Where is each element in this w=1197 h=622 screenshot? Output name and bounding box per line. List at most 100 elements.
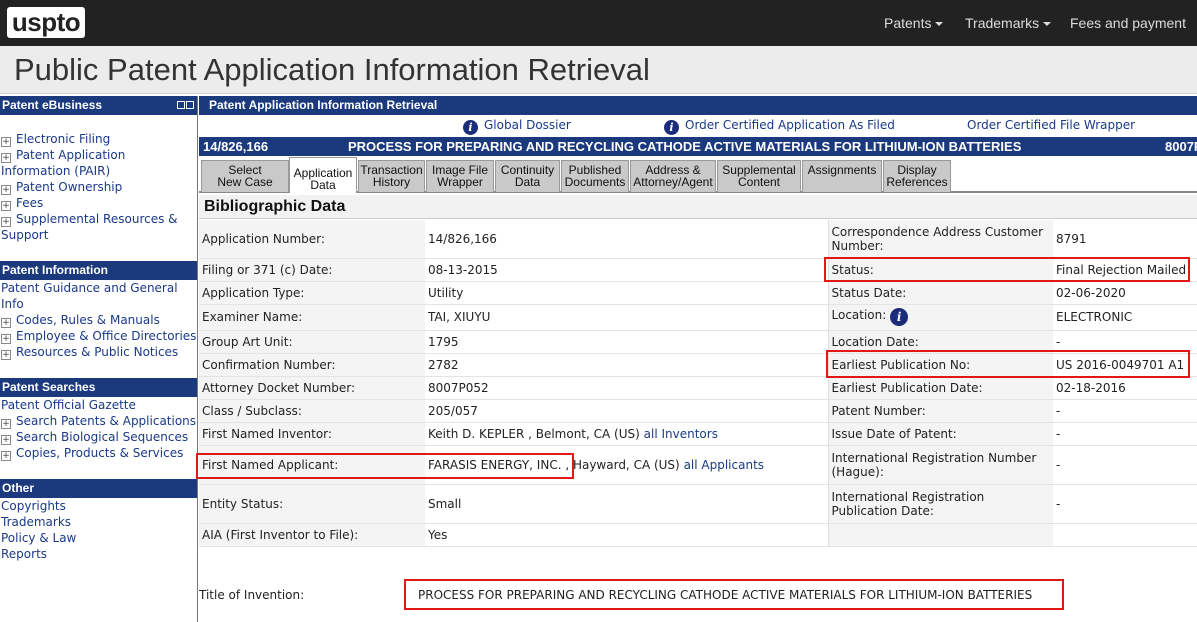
expand-icon[interactable]: + [1, 153, 11, 163]
nav-fees-label: Fees and payment [1070, 15, 1186, 31]
sidebar-item-trademarks[interactable]: Trademarks [0, 514, 197, 530]
nav-patents[interactable]: Patents [884, 0, 944, 46]
sidebar-item-label: Copyrights [1, 499, 66, 513]
applicant-cell: FARASIS ENERGY, INC. , Hayward, CA (US) … [425, 445, 829, 485]
sidebar-item-label: Patent Guidance and General Info [1, 281, 178, 311]
tab-transaction-history[interactable]: Transaction History [358, 160, 425, 192]
tab-assignments[interactable]: Assignments [802, 160, 882, 192]
application-bar: 14/826,166 PROCESS FOR PREPARING AND REC… [199, 137, 1197, 156]
sidebar-item-electronic-filing[interactable]: + Electronic Filing [0, 131, 197, 147]
expand-icon[interactable]: + [1, 318, 11, 328]
field-value: 8791 [1053, 220, 1197, 259]
field-value: Keith D. KEPLER , Belmont, CA (US) [428, 426, 640, 441]
tab-label-line1: Assignments [807, 163, 877, 177]
sidebar-section-title: Patent Searches [2, 380, 96, 394]
sidebar-item-label: Codes, Rules & Manuals [16, 313, 160, 327]
expand-icon[interactable]: + [1, 334, 11, 344]
sidebar-item-reports[interactable]: Reports [0, 546, 197, 562]
tab-address-attorney[interactable]: Address & Attorney/Agent [630, 160, 716, 192]
sidebar-item-pair[interactable]: + Patent Application Information (PAIR) [0, 147, 197, 179]
sidebar-item-gazette[interactable]: Patent Official Gazette [0, 397, 197, 413]
tab-label-line2: Attorney/Agent [633, 175, 713, 189]
sidebar-item-label: Patent Ownership [16, 180, 123, 194]
publication-number-value: US 2016-0049701 A1 [1053, 353, 1197, 377]
sidebar-item-bio-sequences[interactable]: + Search Biological Sequences [0, 429, 197, 445]
sidebar-item-codes[interactable]: + Codes, Rules & Manuals [0, 312, 197, 328]
field-label: Filing or 371 (c) Date: [199, 258, 425, 282]
all-applicants-link[interactable]: all Applicants [684, 458, 764, 472]
field-value: 14/826,166 [425, 220, 829, 259]
field-value: - [1053, 422, 1197, 446]
tab-label-line2: Data [514, 175, 541, 189]
sidebar-item-guidance[interactable]: Patent Guidance and General Info [0, 280, 197, 312]
sidebar-item-label: Policy & Law [1, 531, 77, 545]
info-icon[interactable]: i [890, 308, 909, 326]
docket-number: 8007P [1165, 139, 1197, 154]
expand-icon[interactable]: + [1, 435, 11, 445]
table-row: Class / Subclass: 205/057 Patent Number:… [199, 399, 1197, 423]
field-label: First Named Applicant: [199, 445, 425, 485]
expand-icon[interactable]: + [1, 217, 11, 227]
sidebar-item-label: Employee & Office Directories [16, 329, 197, 343]
nav-fees[interactable]: Fees and payment [1070, 0, 1197, 73]
sidebar-item-directories[interactable]: + Employee & Office Directories [0, 328, 197, 344]
sidebar-item-label: Patent Application Information (PAIR) [1, 148, 126, 178]
order-wrapper-label: Order Certified File Wrapper [967, 118, 1136, 132]
tab-image-file-wrapper[interactable]: Image File Wrapper [426, 160, 494, 192]
uspto-logo[interactable]: uspto [7, 7, 85, 38]
order-certified-link[interactable]: i Order Certified Application As Filed [664, 118, 895, 135]
tab-supplemental-content[interactable]: Supplemental Content [717, 160, 801, 192]
tab-published-documents[interactable]: Published Documents [561, 160, 629, 192]
action-links: i Global Dossier i Order Certified Applica… [199, 118, 1197, 135]
field-label: Location Date: [828, 330, 1053, 354]
all-inventors-link[interactable]: all Inventors [644, 427, 718, 441]
table-row: Application Number: 14/826,166 Correspon… [199, 220, 1197, 259]
sidebar-item-fees[interactable]: + Fees [0, 195, 197, 211]
collapse-icon[interactable] [176, 101, 194, 110]
field-value: 02-18-2016 [1053, 376, 1197, 400]
table-row: Application Type: Utility Status Date: 0… [199, 281, 1197, 305]
expand-icon[interactable]: + [1, 419, 11, 429]
sidebar-item-supplemental[interactable]: + Supplemental Resources & Support [0, 211, 197, 243]
field-label: Application Type: [199, 281, 425, 305]
field-label: Earliest Publication Date: [828, 376, 1053, 400]
expand-icon[interactable]: + [1, 137, 11, 147]
tab-label-line2: References [886, 175, 948, 189]
tab-select-new-case[interactable]: Select New Case [201, 160, 289, 192]
tab-label-line2: New Case [217, 175, 273, 189]
sidebar-item-copies[interactable]: + Copies, Products & Services [0, 445, 197, 461]
tab-application-data[interactable]: Application Data [289, 157, 357, 193]
table-row: Group Art Unit: 1795 Location Date: - [199, 330, 1197, 354]
title-banner: Public Patent Application Information Re… [0, 46, 1197, 94]
field-label: Class / Subclass: [199, 399, 425, 423]
expand-icon[interactable]: + [1, 185, 11, 195]
sidebar-item-patent-ownership[interactable]: + Patent Ownership [0, 179, 197, 195]
location-cell: Location: i [828, 304, 1053, 331]
tab-continuity-data[interactable]: Continuity Data [495, 160, 560, 192]
main-content: Patent Application Information Retrieval… [199, 96, 1197, 622]
expand-icon[interactable]: + [1, 350, 11, 360]
expand-icon[interactable]: + [1, 201, 11, 211]
sidebar-item-label: Patent Official Gazette [1, 398, 136, 412]
sidebar-item-resources[interactable]: + Resources & Public Notices [0, 344, 197, 360]
sidebar-section-title: Patent eBusiness [2, 98, 103, 112]
sidebar-item-label: Reports [1, 547, 48, 561]
sidebar-item-policy[interactable]: Policy & Law [0, 530, 197, 546]
global-dossier-link[interactable]: i Global Dossier [463, 118, 571, 135]
tab-display-references[interactable]: Display References [883, 160, 951, 192]
nav-trademarks[interactable]: Trademarks [965, 0, 1052, 46]
sidebar-item-search-patents[interactable]: + Search Patents & Applications [0, 413, 197, 429]
field-value: 8007P052 [425, 376, 829, 400]
page-title: Public Patent Application Information Re… [14, 52, 650, 87]
sidebar-item-label: Copies, Products & Services [16, 446, 184, 460]
field-label: Correspondence Address Customer Number: [828, 220, 1053, 259]
expand-icon[interactable]: + [1, 451, 11, 461]
sidebar-section-ebusiness: Patent eBusiness [0, 96, 197, 115]
nav-trademarks-label: Trademarks [965, 15, 1040, 31]
order-wrapper-link[interactable]: Order Certified File Wrapper [967, 118, 1135, 132]
field-label: International Registration Number (Hague… [828, 445, 1053, 485]
sidebar-item-copyrights[interactable]: Copyrights [0, 498, 197, 514]
top-navbar: uspto Patents Trademarks Fees and paymen… [0, 0, 1197, 73]
field-label: Confirmation Number: [199, 353, 425, 377]
field-label: International Registration Publication D… [828, 484, 1053, 524]
